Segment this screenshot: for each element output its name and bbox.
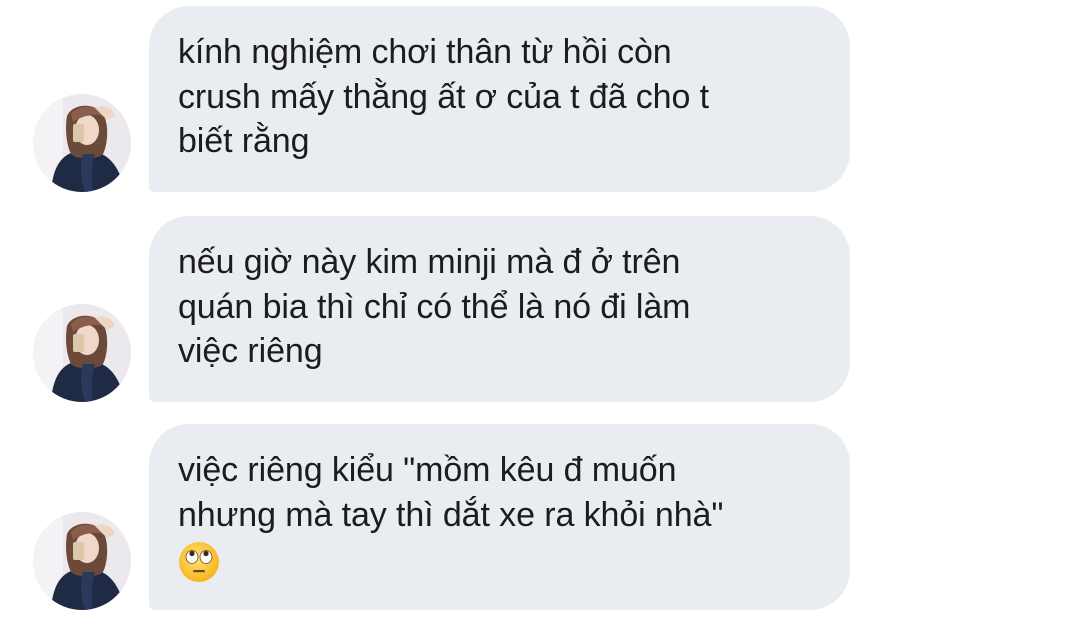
message-thread: kính nghiệm chơi thân từ hồi còn crush m… (0, 0, 1080, 624)
message-bubble[interactable]: việc riêng kiểu "mồm kêu đ muốn nhưng mà… (149, 424, 850, 610)
message-row: nếu giờ này kim minji mà đ ở trên quán b… (0, 216, 1080, 402)
message-text: kính nghiệm chơi thân từ hồi còn crush m… (178, 33, 709, 160)
face-with-rolling-eyes-icon (178, 541, 220, 583)
avatar[interactable] (33, 304, 131, 402)
message-row: kính nghiệm chơi thân từ hồi còn crush m… (0, 6, 1080, 192)
message-row: việc riêng kiểu "mồm kêu đ muốn nhưng mà… (0, 424, 1080, 610)
message-text: việc riêng kiểu "mồm kêu đ muốn nhưng mà… (178, 451, 724, 534)
message-text: nếu giờ này kim minji mà đ ở trên quán b… (178, 243, 691, 370)
avatar-photo-icon (33, 512, 131, 610)
avatar[interactable] (33, 512, 131, 610)
avatar[interactable] (33, 94, 131, 192)
avatar-photo-icon (33, 94, 131, 192)
avatar-photo-icon (33, 304, 131, 402)
message-bubble[interactable]: kính nghiệm chơi thân từ hồi còn crush m… (149, 6, 850, 192)
message-bubble[interactable]: nếu giờ này kim minji mà đ ở trên quán b… (149, 216, 850, 402)
